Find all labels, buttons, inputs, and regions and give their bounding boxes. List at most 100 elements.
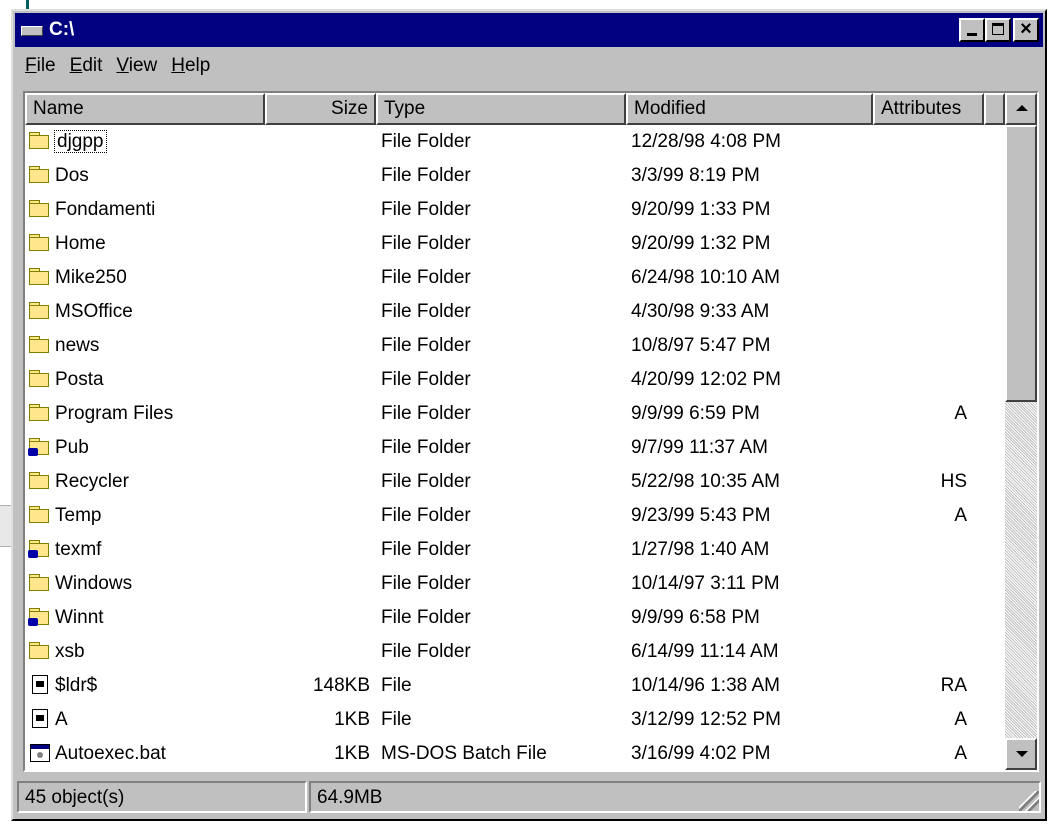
menu-edit[interactable]: Edit <box>70 55 103 77</box>
column-header-size[interactable]: Size <box>265 93 376 125</box>
file-attributes: HS <box>940 471 967 492</box>
file-attributes <box>875 125 967 159</box>
file-modified: 9/23/99 5:43 PM <box>631 505 771 526</box>
file-attributes <box>875 363 967 397</box>
file-row[interactable]: Program Files File Folder 9/9/99 6:59 PM A <box>25 397 1005 431</box>
file-row[interactable]: Fondamenti File Folder 9/20/99 1:33 PM <box>25 193 1005 227</box>
file-attributes: A <box>954 505 967 526</box>
file-modified: 1/27/98 1:40 AM <box>631 539 770 560</box>
column-header-filler <box>984 93 1005 125</box>
column-header-name[interactable]: Name <box>25 93 265 125</box>
file-attributes <box>875 159 967 193</box>
file-modified: 9/7/99 11:37 AM <box>631 437 768 458</box>
file-modified: 5/22/98 10:35 AM <box>631 471 780 492</box>
file-size: 148KB <box>312 675 370 696</box>
file-size <box>25 601 370 635</box>
file-list[interactable]: Name Size Type Modified Attributes djgpp… <box>23 91 1039 772</box>
file-row[interactable]: Autoexec.bat 1KB MS-DOS Batch File 3/16/99 … <box>25 737 1005 770</box>
file-modified: 3/12/99 12:52 PM <box>631 709 781 730</box>
drive-icon[interactable] <box>21 24 43 36</box>
file-row[interactable]: A 1KB File 3/12/99 12:52 PM A <box>25 703 1005 737</box>
window-title: C:\ <box>49 19 75 40</box>
file-attributes <box>875 601 967 635</box>
column-header-type[interactable]: Type <box>376 93 626 125</box>
status-object-count: 45 object(s) <box>17 781 307 813</box>
file-attributes: A <box>954 403 967 424</box>
close-icon: × <box>1020 18 1032 40</box>
file-attributes <box>875 193 967 227</box>
file-size <box>25 397 370 431</box>
file-type: File Folder <box>381 335 471 356</box>
file-type: File Folder <box>381 233 471 254</box>
file-attributes <box>875 635 967 669</box>
file-row[interactable]: Home File Folder 9/20/99 1:32 PM <box>25 227 1005 261</box>
file-size <box>25 465 370 499</box>
file-row[interactable]: Winnt File Folder 9/9/99 6:58 PM <box>25 601 1005 635</box>
title-bar[interactable]: C:\ × <box>15 13 1043 47</box>
scroll-up-button[interactable] <box>1005 93 1037 125</box>
arrow-down-icon <box>1016 751 1028 757</box>
file-type: File Folder <box>381 403 471 424</box>
file-row[interactable]: Mike250 File Folder 6/24/98 10:10 AM <box>25 261 1005 295</box>
minimize-button[interactable] <box>959 18 985 42</box>
close-button[interactable]: × <box>1013 18 1039 42</box>
file-attributes <box>875 567 967 601</box>
column-header-modified[interactable]: Modified <box>626 93 873 125</box>
file-attributes <box>875 227 967 261</box>
file-attributes <box>875 261 967 295</box>
file-row[interactable]: $ldr$ 148KB File 10/14/96 1:38 AM RA <box>25 669 1005 703</box>
maximize-icon <box>992 23 1004 35</box>
file-attributes <box>875 295 967 329</box>
file-attributes: A <box>954 709 967 730</box>
menu-help[interactable]: Help <box>171 55 210 77</box>
file-size <box>25 533 370 567</box>
file-attributes <box>875 533 967 567</box>
file-size <box>25 499 370 533</box>
file-attributes <box>875 329 967 363</box>
file-row[interactable]: djgpp File Folder 12/28/98 4:08 PM <box>25 125 1005 159</box>
file-modified: 6/14/99 11:14 AM <box>631 641 779 662</box>
file-size <box>25 295 370 329</box>
file-row[interactable]: Posta File Folder 4/20/99 12:02 PM <box>25 363 1005 397</box>
scroll-down-button[interactable] <box>1005 738 1037 770</box>
file-attributes: A <box>954 743 967 764</box>
file-type: File Folder <box>381 573 471 594</box>
file-size: 1KB <box>334 709 370 730</box>
status-bar: 45 object(s) 64.9MB <box>17 781 1041 813</box>
file-row[interactable]: news File Folder 10/8/97 5:47 PM <box>25 329 1005 363</box>
file-modified: 3/16/99 4:02 PM <box>631 743 771 764</box>
menu-file[interactable]: File <box>25 55 56 77</box>
file-row[interactable]: Pub File Folder 9/7/99 11:37 AM <box>25 431 1005 465</box>
file-row[interactable]: Windows File Folder 10/14/97 3:11 PM <box>25 567 1005 601</box>
file-type: File Folder <box>381 199 471 220</box>
file-size <box>25 635 370 669</box>
file-type: File Folder <box>381 131 471 152</box>
file-modified: 9/9/99 6:59 PM <box>631 403 760 424</box>
file-row[interactable]: MSOffice File Folder 4/30/98 9:33 AM <box>25 295 1005 329</box>
file-modified: 4/20/99 12:02 PM <box>631 369 781 390</box>
maximize-button[interactable] <box>985 18 1011 42</box>
minimize-icon <box>967 33 977 36</box>
file-type: File Folder <box>381 369 471 390</box>
vertical-scrollbar[interactable] <box>1005 93 1037 770</box>
status-total-size: 64.9MB <box>309 781 1041 813</box>
file-row[interactable]: Temp File Folder 9/23/99 5:43 PM A <box>25 499 1005 533</box>
file-size <box>25 261 370 295</box>
file-type: File <box>381 675 412 696</box>
file-row[interactable]: Dos File Folder 3/3/99 8:19 PM <box>25 159 1005 193</box>
file-row[interactable]: xsb File Folder 6/14/99 11:14 AM <box>25 635 1005 669</box>
file-row[interactable]: texmf File Folder 1/27/98 1:40 AM <box>25 533 1005 567</box>
file-type: File Folder <box>381 641 471 662</box>
file-modified: 6/24/98 10:10 AM <box>631 267 780 288</box>
arrow-up-icon <box>1016 105 1028 111</box>
explorer-window: C:\ × File Edit View Help Name Size Type… <box>11 9 1047 821</box>
file-modified: 10/8/97 5:47 PM <box>631 335 771 356</box>
menu-view[interactable]: View <box>116 55 157 77</box>
resize-grip-icon[interactable] <box>1019 791 1039 811</box>
scroll-thumb[interactable] <box>1005 125 1037 402</box>
file-type: File Folder <box>381 505 471 526</box>
file-type: File Folder <box>381 165 471 186</box>
column-header-attributes[interactable]: Attributes <box>873 93 984 125</box>
file-type: File <box>381 709 412 730</box>
file-row[interactable]: Recycler File Folder 5/22/98 10:35 AM HS <box>25 465 1005 499</box>
